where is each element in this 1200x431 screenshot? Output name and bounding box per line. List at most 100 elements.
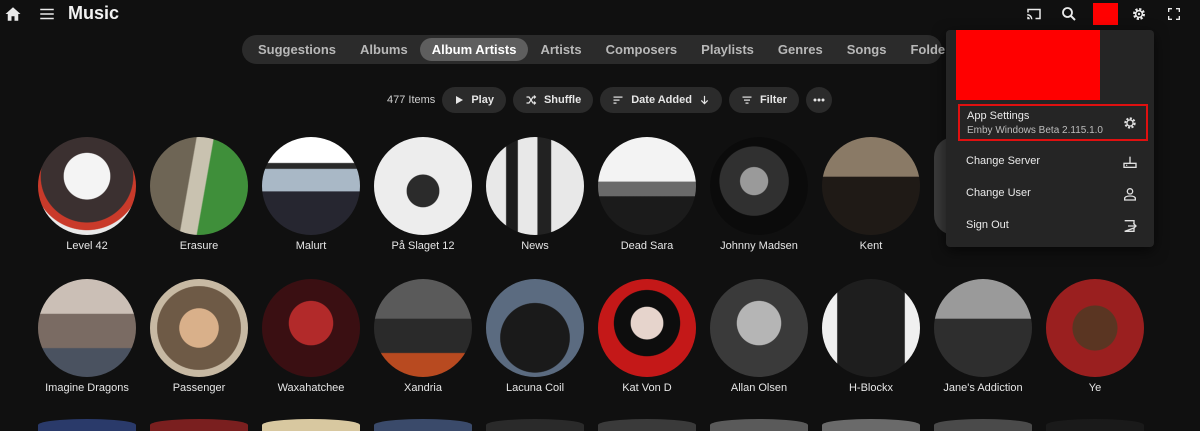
artist-photo [710, 137, 808, 235]
arrow-down-icon [699, 94, 710, 106]
artist-photo [598, 279, 696, 377]
artist-card[interactable]: Imagine Dragons [31, 279, 143, 394]
cast-icon[interactable] [1024, 4, 1044, 24]
artist-photo-partial [598, 419, 696, 431]
sign-out-item[interactable]: Sign Out [946, 210, 1154, 242]
shuffle-icon [525, 94, 537, 106]
tab-songs[interactable]: Songs [835, 38, 899, 61]
sort-label: Date Added [631, 94, 692, 106]
artist-name: Malurt [295, 240, 327, 252]
user-menu: App Settings Emby Windows Beta 2.115.1.0… [946, 30, 1154, 247]
play-label: Play [471, 94, 494, 106]
artist-photo [486, 137, 584, 235]
change-user-item[interactable]: Change User [946, 178, 1154, 210]
filter-icon [741, 94, 753, 106]
artist-photo-partial [262, 419, 360, 431]
tab-artists[interactable]: Artists [528, 38, 593, 61]
artist-name: Erasure [179, 240, 219, 252]
artist-name: Johnny Madsen [720, 240, 798, 252]
artist-name: Lacuna Coil [505, 382, 565, 394]
artist-photo [38, 137, 136, 235]
artist-photo-partial [822, 419, 920, 431]
artist-name: Kent [859, 240, 883, 252]
shuffle-button[interactable]: Shuffle [512, 87, 594, 113]
artist-name: Kat Von D [622, 382, 672, 394]
change-server-label: Change Server [966, 155, 1040, 167]
artist-photo [934, 279, 1032, 377]
change-server-item[interactable]: Change Server [946, 146, 1154, 178]
artist-card[interactable]: Allan Olsen [703, 279, 815, 394]
artist-name: H-Blockx [848, 382, 893, 394]
artist-card[interactable]: Ye [1039, 279, 1151, 394]
artist-photo-partial [934, 419, 1032, 431]
router-icon [1122, 154, 1138, 170]
artist-name: News [521, 240, 549, 252]
artist-card[interactable]: News [479, 137, 591, 252]
tab-composers[interactable]: Composers [594, 38, 690, 61]
artist-name: Passenger [172, 382, 226, 394]
library-tabs: Suggestions Albums Album Artists Artists… [242, 35, 957, 64]
page-title: Music [68, 3, 120, 23]
artist-card[interactable]: På Slaget 12 [367, 137, 479, 252]
artist-photo [262, 279, 360, 377]
artist-photo [598, 137, 696, 235]
artist-photo [38, 279, 136, 377]
artist-card[interactable]: Passenger [143, 279, 255, 394]
item-count: 477 Items [387, 94, 436, 106]
app-settings-item[interactable]: App Settings Emby Windows Beta 2.115.1.0 [958, 104, 1148, 141]
play-icon [454, 95, 464, 105]
artist-card[interactable]: Johnny Madsen [703, 137, 815, 252]
artist-card[interactable]: Jane's Addiction [927, 279, 1039, 394]
fullscreen-icon[interactable] [1164, 4, 1184, 24]
artist-card[interactable]: Kat Von D [591, 279, 703, 394]
artist-name: Xandria [404, 382, 442, 394]
more-icon [813, 98, 825, 102]
gear-icon [1122, 115, 1138, 131]
sort-icon [612, 94, 624, 106]
sign-out-icon [1122, 218, 1138, 234]
artist-card[interactable]: Malurt [255, 137, 367, 252]
artist-card[interactable]: Level 42 [31, 137, 143, 252]
artist-card[interactable]: Erasure [143, 137, 255, 252]
tab-suggestions[interactable]: Suggestions [246, 38, 348, 61]
app-settings-label: App Settings [967, 110, 1030, 122]
tab-albums[interactable]: Albums [348, 38, 420, 61]
play-button[interactable]: Play [442, 87, 506, 113]
artist-card[interactable]: H-Blockx [815, 279, 927, 394]
user-avatar[interactable] [1093, 3, 1118, 25]
artist-card[interactable]: Xandria [367, 279, 479, 394]
artist-card[interactable]: Kent [815, 137, 927, 252]
sign-out-label: Sign Out [966, 219, 1009, 231]
menu-icon[interactable] [37, 4, 57, 24]
artist-photo [822, 279, 920, 377]
settings-icon[interactable] [1129, 4, 1149, 24]
user-profile-banner [956, 30, 1100, 100]
artist-name: Allan Olsen [730, 382, 788, 394]
shuffle-label: Shuffle [543, 94, 582, 106]
artist-photo [374, 137, 472, 235]
tab-playlists[interactable]: Playlists [689, 38, 766, 61]
artist-photo [374, 279, 472, 377]
list-toolbar: 477 Items Play Shuffle Date Added Filter [387, 87, 839, 113]
artist-photo-partial [710, 419, 808, 431]
artist-card[interactable]: Waxahatchee [255, 279, 367, 394]
search-icon[interactable] [1059, 4, 1079, 24]
artist-card[interactable]: Dead Sara [591, 137, 703, 252]
artist-card[interactable]: Lacuna Coil [479, 279, 591, 394]
more-options-button[interactable] [805, 87, 832, 113]
artist-name: Level 42 [66, 240, 108, 252]
artist-photo-partial [1046, 419, 1144, 431]
artist-name: Jane's Addiction [943, 382, 1023, 394]
filter-button[interactable]: Filter [728, 87, 799, 113]
artist-name: Ye [1088, 382, 1102, 394]
artist-photo-partial [486, 419, 584, 431]
tab-album-artists[interactable]: Album Artists [419, 38, 529, 61]
artist-name: På Slaget 12 [391, 240, 455, 252]
sort-button[interactable]: Date Added [600, 87, 722, 113]
app-version: Emby Windows Beta 2.115.1.0 [967, 125, 1103, 136]
tab-genres[interactable]: Genres [766, 38, 835, 61]
artist-photo [150, 279, 248, 377]
home-icon[interactable] [3, 4, 23, 24]
artist-photo [710, 279, 808, 377]
filter-label: Filter [759, 94, 787, 106]
